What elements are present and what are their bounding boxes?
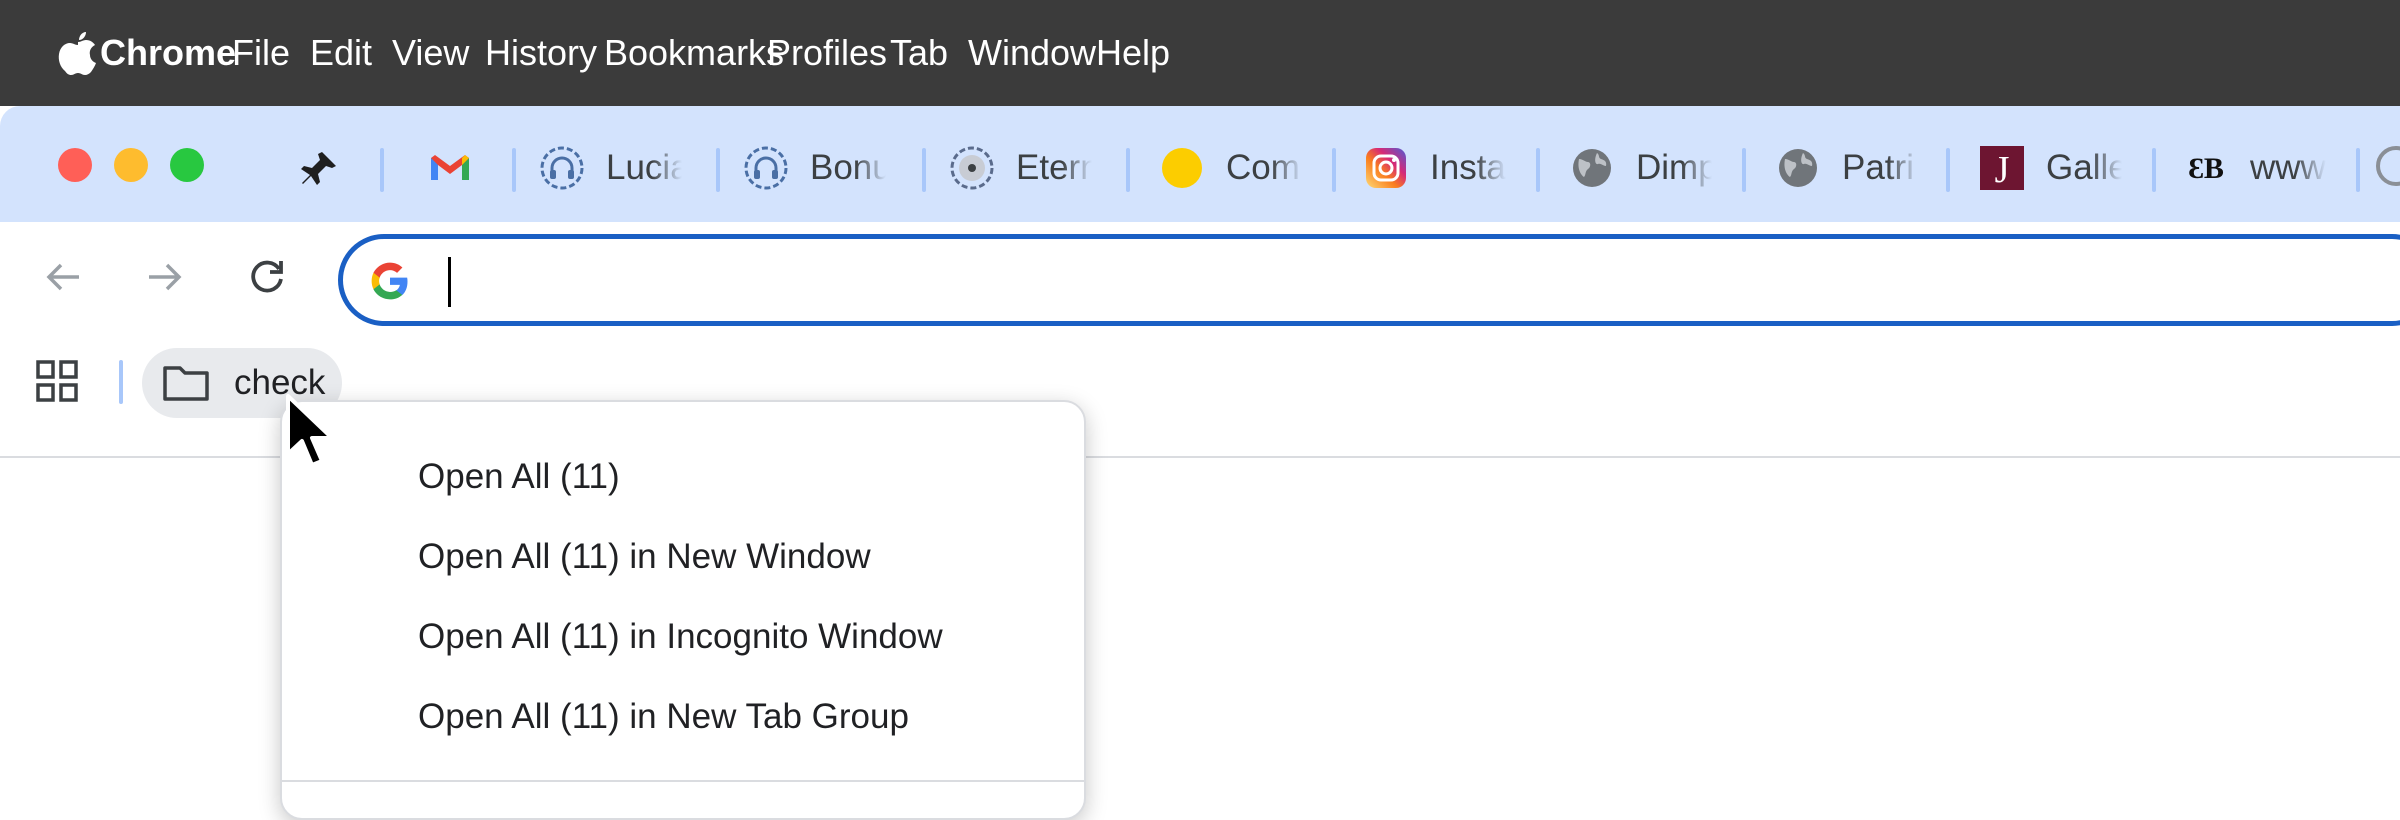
bookmark-folder-context-menu: Open All (11) Open All (11) in New Windo…: [280, 400, 1086, 820]
tab-title: Eternal: [1016, 148, 1092, 187]
menu-window[interactable]: Window: [968, 30, 1096, 76]
tab-separator: [1742, 148, 1746, 192]
tab-lucia[interactable]: Lucia: [540, 140, 682, 196]
tab-galle[interactable]: J Galle: [1980, 140, 2122, 196]
minimize-window-button[interactable]: [114, 148, 148, 182]
text-caret: [448, 257, 451, 307]
tab-separator: [2356, 148, 2360, 192]
forward-arrow-icon: [149, 263, 182, 291]
tab-pinned[interactable]: [298, 140, 342, 196]
globe-icon: [1776, 146, 1820, 190]
svg-text:J: J: [1995, 149, 2010, 190]
tab-com[interactable]: Com: [1160, 140, 1302, 196]
apple-logo-icon[interactable]: [56, 30, 100, 76]
reload-button[interactable]: [242, 252, 292, 302]
tab-separator: [380, 148, 384, 192]
bookmarks-separator: [119, 360, 123, 404]
apps-grid-icon[interactable]: [36, 360, 78, 402]
bb-logo-icon: ƐB: [2184, 146, 2228, 190]
gmail-icon: [428, 146, 472, 190]
menu-help[interactable]: Help: [1096, 30, 1170, 76]
tab-title: Patri: [1842, 148, 1914, 187]
close-window-button[interactable]: [58, 148, 92, 182]
tab-separator: [1332, 148, 1336, 192]
tab-title: Insta: [1430, 148, 1506, 187]
folder-icon: [163, 366, 209, 401]
tab-separator: [1536, 148, 1540, 192]
tab-instagram[interactable]: Insta: [1364, 140, 1506, 196]
tab-title: Bonus: [810, 148, 886, 187]
back-arrow-icon: [46, 263, 79, 291]
headphones-icon: [744, 146, 788, 190]
tab-dimp[interactable]: Dimp: [1570, 140, 1712, 196]
tab-separator: [512, 148, 516, 192]
pin-icon: [298, 146, 342, 190]
menu-bookmarks[interactable]: Bookmarks: [604, 30, 784, 76]
tab-title: Dimp: [1636, 148, 1712, 187]
tab-title: www: [2250, 148, 2326, 187]
menu-open-all-incognito[interactable]: Open All (11) in Incognito Window: [418, 617, 943, 657]
macos-menu-bar: Chrome File Edit View History Bookmarks …: [0, 0, 2400, 106]
menu-history[interactable]: History: [485, 30, 597, 76]
address-input[interactable]: [443, 257, 2243, 307]
tab-separator: [1946, 148, 1950, 192]
tab-separator: [922, 148, 926, 192]
google-g-icon: [371, 262, 408, 300]
tab-patri[interactable]: Patri: [1776, 140, 1918, 196]
tab-www[interactable]: ƐB www: [2184, 140, 2326, 196]
disc-icon: [950, 146, 994, 190]
tab-title: Lucia: [606, 148, 682, 187]
menu-file[interactable]: File: [232, 30, 290, 76]
partial-tab-icon[interactable]: [2376, 146, 2400, 186]
svg-text:ƐB: ƐB: [2188, 152, 2224, 185]
menu-separator: [282, 780, 1084, 782]
instagram-icon: [1364, 146, 1408, 190]
menu-open-all-new-window[interactable]: Open All (11) in New Window: [418, 537, 871, 577]
headphones-icon: [540, 146, 584, 190]
globe-icon: [1570, 146, 1614, 190]
menu-tab[interactable]: Tab: [890, 30, 948, 76]
forward-button[interactable]: [140, 252, 190, 302]
menu-view[interactable]: View: [392, 30, 469, 76]
tab-bonus[interactable]: Bonus: [744, 140, 886, 196]
tab-separator: [1126, 148, 1130, 192]
zoom-window-button[interactable]: [170, 148, 204, 182]
back-button[interactable]: [38, 252, 88, 302]
yellow-circle-icon: [1160, 146, 1204, 190]
j-logo-icon: J: [1980, 146, 2024, 190]
tab-title: Com: [1226, 148, 1300, 187]
reload-icon: [251, 260, 283, 293]
mouse-pointer-icon: [286, 394, 334, 467]
menu-profiles[interactable]: Profiles: [767, 30, 887, 76]
tab-separator: [716, 148, 720, 192]
menu-app-name[interactable]: Chrome: [100, 30, 236, 76]
address-bar[interactable]: [338, 234, 2400, 326]
menu-edit[interactable]: Edit: [310, 30, 372, 76]
browser-toolbar: [0, 222, 2400, 332]
tab-eternal[interactable]: Eternal: [950, 140, 1092, 196]
menu-open-all[interactable]: Open All (11): [418, 457, 620, 497]
menu-open-all-new-tab-group[interactable]: Open All (11) in New Tab Group: [418, 697, 909, 737]
tab-separator: [2152, 148, 2156, 192]
tab-title: Galle: [2046, 148, 2122, 187]
tab-gmail[interactable]: [428, 140, 472, 196]
tab-strip: Lucia Bonus Eternal Com: [0, 106, 2400, 222]
